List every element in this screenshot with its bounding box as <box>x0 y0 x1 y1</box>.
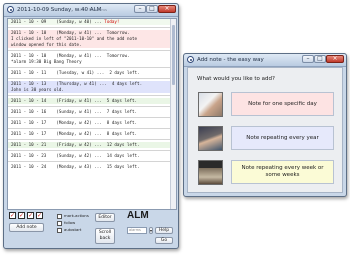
maximize-button[interactable]: □ <box>314 55 326 63</box>
divider <box>8 128 176 129</box>
option-autostart[interactable]: autostart <box>57 227 81 233</box>
editor-button[interactable]: Editor <box>95 213 115 222</box>
scrollbar[interactable] <box>170 19 176 209</box>
option-checkbox[interactable] <box>57 227 62 233</box>
divider <box>8 106 176 107</box>
minimize-button[interactable]: – <box>134 5 146 13</box>
help-button[interactable]: Help <box>155 227 173 234</box>
divider <box>8 117 176 118</box>
option-checkbox[interactable] <box>57 220 62 226</box>
list-item[interactable]: 2011 - 10 - 23 (Sunday, w 42) ... 14 day… <box>8 153 176 159</box>
bottom-toolbar: ✓ ✓ ✓ ✓ Add note mark-actions follow aut… <box>7 210 175 248</box>
list-item[interactable]: 2011 - 10 - 21 (Friday, w 42) ... 12 day… <box>8 142 176 148</box>
close-button[interactable]: × <box>158 5 176 13</box>
checkbox-1[interactable]: ✓ <box>9 212 16 219</box>
close-button[interactable]: × <box>326 55 344 63</box>
option-follow[interactable]: follow <box>57 220 75 226</box>
dialog-titlebar[interactable]: Add note - the easy way – □ × <box>184 54 346 67</box>
weekly-note-button[interactable]: Note repeating every week or some weeks <box>231 160 334 184</box>
app-icon <box>187 56 194 63</box>
divider <box>8 78 176 79</box>
scrollbar-thumb[interactable] <box>172 25 175 85</box>
main-window-subtitle: ALM in Thesaurus <box>76 8 107 12</box>
yearly-note-photo <box>198 126 223 151</box>
divider <box>8 27 176 28</box>
divider <box>8 139 176 140</box>
dropdown-icon[interactable]: ▾ <box>149 227 153 234</box>
weekly-note-photo <box>198 160 223 185</box>
alm-main-window: 2011-10-09 Sunday, w 40 ALM ALM in Thesa… <box>3 3 179 249</box>
add-note-dialog: Add note - the easy way – □ × What would… <box>183 53 347 197</box>
list-item[interactable]: 2011 - 10 - 17 (Monday, w 42) ... 8 days… <box>8 131 176 137</box>
list-item[interactable]: 2011 - 10 - 16 (Sunday, w 41) ... 7 days… <box>8 109 176 115</box>
app-icon <box>7 6 14 13</box>
dialog-body: What would you like to add? Note for one… <box>187 67 343 193</box>
add-note-button[interactable]: Add note <box>9 223 44 232</box>
dialog-title: Add note - the easy way <box>197 57 264 63</box>
list-item[interactable]: 2011 - 10 - 14 (Friday, w 41) ... 5 days… <box>8 98 176 104</box>
brand-label: ALM <box>127 210 149 221</box>
divider <box>8 161 176 162</box>
list-item[interactable]: 2011 - 10 - 11 (Tuesday, w 41) ... 2 day… <box>8 70 176 76</box>
divider <box>8 95 176 96</box>
list-item[interactable]: *alarm 19:30 Big Bang Theory <box>8 59 176 65</box>
list-item[interactable]: 2011 - 10 - 24 (Monday, w 43) ... 15 day… <box>8 164 176 170</box>
one-day-note-button[interactable]: Note for one specific day <box>231 92 334 116</box>
today-marker: Today! <box>104 19 120 24</box>
checkbox-2[interactable]: ✓ <box>18 212 25 219</box>
calendar-day-photo <box>198 92 223 117</box>
maximize-button[interactable]: □ <box>146 5 158 13</box>
yearly-note-button[interactable]: Note repeating every year <box>231 126 334 150</box>
checkbox-3[interactable]: ✓ <box>27 212 34 219</box>
minimize-button[interactable]: – <box>302 55 314 63</box>
divider <box>8 67 176 68</box>
divider <box>8 50 176 51</box>
dialog-question: What would you like to add? <box>197 76 275 82</box>
list-item[interactable]: window opened for this date. <box>8 42 176 48</box>
list-item[interactable]: John is 30 years old. <box>8 87 176 93</box>
list-item[interactable]: 2011 - 10 - 17 (Monday, w 42) ... 8 days… <box>8 120 176 126</box>
divider <box>8 150 176 151</box>
scroll-back-button[interactable]: Scroll back <box>95 228 115 244</box>
notes-list[interactable]: 2011 - 10 - 09 (Sunday, w 40) ... Today!… <box>7 18 177 210</box>
option-mark-actions[interactable]: mark-actions <box>57 213 89 219</box>
option-checkbox[interactable] <box>57 213 62 219</box>
list-item[interactable]: 2011 - 10 - 09 (Sunday, w 40) ... Today! <box>8 19 176 25</box>
search-input[interactable]: alarms <box>127 227 147 234</box>
checkbox-4[interactable]: ✓ <box>36 212 43 219</box>
go-button[interactable]: Go <box>155 237 173 244</box>
main-titlebar[interactable]: 2011-10-09 Sunday, w 40 ALM ALM in Thesa… <box>4 4 178 17</box>
